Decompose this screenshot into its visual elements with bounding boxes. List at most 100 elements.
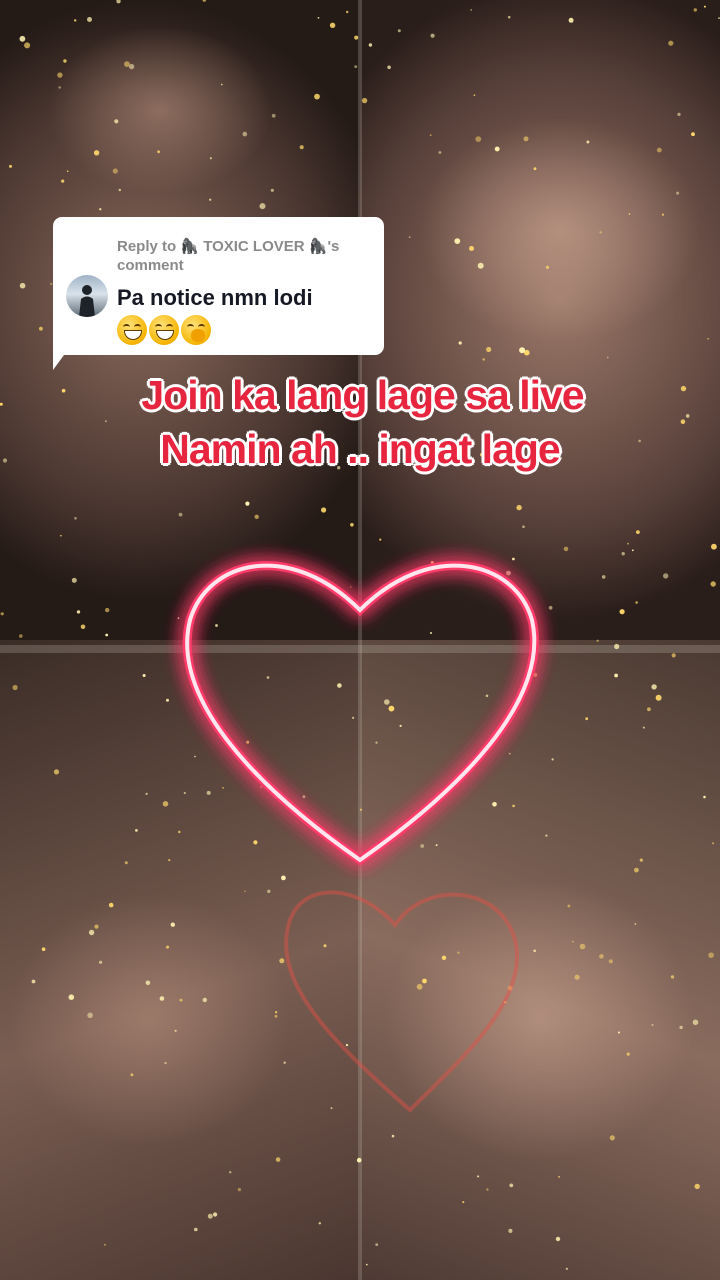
sparkle bbox=[194, 755, 196, 758]
sparkle bbox=[270, 188, 274, 192]
sparkle bbox=[170, 922, 175, 927]
sparkle bbox=[253, 840, 258, 845]
sparkle bbox=[242, 131, 248, 137]
reply-username[interactable]: 🦍 TOXIC LOVER 🦍 bbox=[180, 238, 327, 255]
sparkle bbox=[361, 97, 368, 104]
sparkle bbox=[93, 150, 100, 156]
sparkle bbox=[422, 978, 427, 984]
sparkle bbox=[116, 0, 121, 4]
sparkle bbox=[565, 1267, 569, 1270]
sparkle bbox=[555, 1236, 561, 1242]
sparkle bbox=[245, 501, 250, 506]
sparkle bbox=[71, 577, 77, 583]
sparkle bbox=[634, 923, 637, 925]
sparkle bbox=[651, 1024, 654, 1026]
sparkle bbox=[368, 43, 373, 47]
sparkle bbox=[548, 605, 553, 610]
sparkle bbox=[619, 609, 625, 615]
sparkle bbox=[379, 538, 382, 541]
sparkle bbox=[346, 10, 349, 14]
sparkle bbox=[24, 42, 31, 49]
sparkle bbox=[663, 573, 669, 579]
sparkle bbox=[41, 947, 46, 951]
sparkle bbox=[330, 1107, 333, 1110]
sparkle bbox=[457, 951, 460, 954]
sparkle bbox=[53, 769, 60, 775]
sparkle bbox=[61, 179, 65, 183]
sparkle bbox=[636, 530, 640, 534]
faint-heart-outline bbox=[284, 890, 519, 1113]
reply-comment-bubble[interactable]: Reply to 🦍 TOXIC LOVER 🦍's comment Pa no… bbox=[53, 217, 384, 355]
sparkle bbox=[108, 902, 114, 908]
sparkle bbox=[99, 208, 102, 211]
sparkle bbox=[350, 586, 352, 588]
sparkle bbox=[438, 151, 442, 154]
sparkle bbox=[66, 170, 69, 172]
sparkle bbox=[104, 420, 107, 423]
sparkle bbox=[50, 282, 53, 285]
sparkle bbox=[516, 504, 522, 511]
sparkle bbox=[118, 188, 122, 192]
sparkle bbox=[485, 694, 489, 698]
sparkle bbox=[164, 1061, 167, 1065]
sparkle bbox=[19, 35, 26, 42]
sparkle bbox=[354, 65, 358, 68]
sparkle bbox=[508, 752, 511, 755]
sparkle bbox=[627, 542, 629, 545]
sparkle bbox=[509, 1183, 514, 1188]
sparkle bbox=[246, 740, 250, 744]
sparkle bbox=[178, 830, 181, 834]
sparkle bbox=[356, 1157, 362, 1163]
sparkle bbox=[157, 150, 161, 154]
sparkle bbox=[470, 9, 473, 11]
sparkle bbox=[523, 136, 529, 142]
sparkle bbox=[568, 17, 574, 23]
sparkle bbox=[215, 624, 218, 627]
sparkle bbox=[563, 546, 569, 552]
sparkle bbox=[601, 575, 606, 579]
sparkle bbox=[384, 699, 390, 705]
sparkle bbox=[656, 147, 662, 153]
sparkle bbox=[220, 83, 223, 86]
sparkle bbox=[213, 1212, 218, 1217]
sparkle bbox=[177, 617, 180, 620]
sparkle bbox=[558, 1175, 561, 1178]
sparkle bbox=[621, 552, 625, 556]
sparkle bbox=[58, 86, 61, 89]
beaming-face-emoji-icon bbox=[117, 315, 147, 345]
reply-comment-word: comment bbox=[117, 257, 184, 274]
sparkle bbox=[708, 952, 714, 958]
sparkle bbox=[352, 716, 355, 719]
sparkle bbox=[281, 875, 286, 881]
sparkle bbox=[430, 33, 435, 38]
sparkle bbox=[391, 1134, 395, 1138]
sparkle bbox=[275, 1157, 281, 1162]
sparkle bbox=[694, 1183, 700, 1190]
sparkle bbox=[88, 929, 95, 936]
sparkle bbox=[473, 94, 476, 96]
sparkle bbox=[68, 994, 75, 1000]
sparkle bbox=[655, 694, 662, 701]
avatar[interactable] bbox=[66, 275, 108, 317]
sparkle bbox=[266, 676, 270, 679]
sparkle bbox=[244, 890, 246, 893]
sparkle bbox=[202, 0, 207, 2]
sparkle bbox=[668, 40, 674, 46]
sparkle bbox=[707, 337, 710, 340]
sparkle bbox=[628, 213, 631, 215]
sparkle bbox=[39, 326, 43, 331]
sparkle bbox=[609, 1135, 615, 1141]
sparkle bbox=[9, 164, 12, 168]
sparkle bbox=[329, 22, 336, 28]
sparkle bbox=[454, 238, 461, 245]
sparkle bbox=[162, 801, 169, 807]
sparkle bbox=[168, 859, 171, 862]
sparkle bbox=[618, 1031, 620, 1034]
sparkle bbox=[166, 945, 170, 949]
sparkle bbox=[103, 1243, 106, 1246]
sparkle bbox=[477, 262, 484, 269]
effects-overlay bbox=[0, 0, 720, 1270]
sparkle bbox=[206, 790, 211, 795]
sparkle bbox=[585, 717, 589, 721]
video-frame[interactable]: Reply to 🦍 TOXIC LOVER 🦍's comment Pa no… bbox=[0, 0, 720, 1280]
